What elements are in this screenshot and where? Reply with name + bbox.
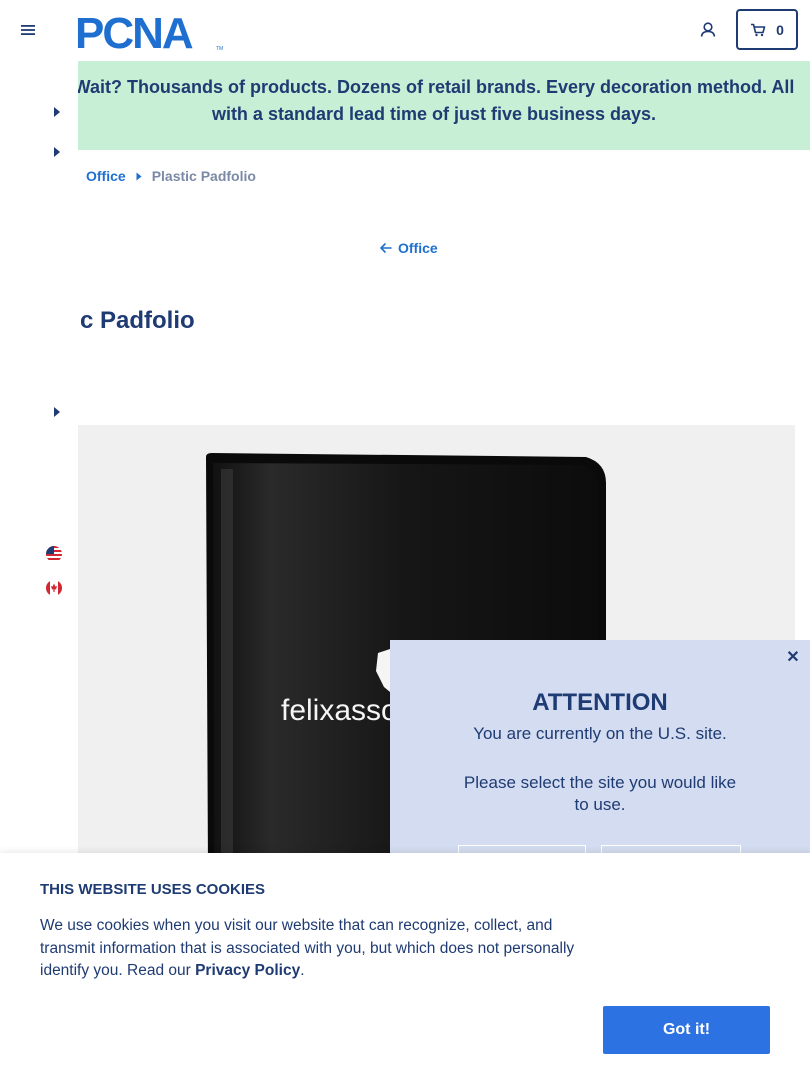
site-selector-modal: ATTENTION You are currently on the U.S. …	[390, 640, 810, 885]
caret-right-icon	[136, 172, 142, 180]
caret-right-icon[interactable]	[53, 107, 61, 117]
back-link-label: Office	[398, 240, 438, 256]
hamburger-menu-button[interactable]	[18, 20, 38, 40]
breadcrumb-link-office[interactable]: Office	[86, 168, 126, 184]
modal-current-site-text: You are currently on the U.S. site.	[473, 724, 727, 743]
privacy-policy-link[interactable]: Privacy Policy	[195, 962, 300, 979]
page: PCNA TM 0 Wait? Thousands of products. D…	[0, 0, 810, 1080]
cookie-text-end: .	[300, 962, 305, 979]
logo-trademark: TM	[216, 46, 223, 52]
site-header: PCNA TM 0	[0, 0, 810, 61]
cookie-title: THIS WEBSITE USES COOKIES	[40, 881, 266, 898]
cookie-text: We use cookies when you visit our websit…	[40, 917, 575, 979]
cookie-body: We use cookies when you visit our websit…	[40, 915, 600, 983]
modal-close-icon[interactable]: ✕	[785, 650, 801, 666]
cart-count: 0	[776, 21, 784, 38]
breadcrumb: Office Plastic Padfolio	[86, 168, 256, 184]
us-flag-icon[interactable]	[46, 546, 62, 562]
cookie-accept-button[interactable]: Got it!	[603, 1006, 770, 1054]
back-link[interactable]: Office	[380, 240, 438, 256]
product-title: c Padfolio	[80, 307, 195, 334]
product-image-brand-text: felixasso	[281, 694, 398, 727]
hamburger-icon	[21, 25, 35, 35]
cookie-banner: THIS WEBSITE USES COOKIES We use cookies…	[0, 853, 810, 1080]
user-icon	[700, 22, 716, 37]
modal-title: ATTENTION	[532, 689, 668, 716]
modal-select-prompt: Please select the site you would like to…	[463, 773, 737, 814]
promo-banner-text: Wait? Thousands of products. Dozens of r…	[78, 77, 795, 124]
promo-banner: Wait? Thousands of products. Dozens of r…	[78, 61, 810, 150]
cart-button[interactable]: 0	[736, 9, 798, 50]
breadcrumb-current: Plastic Padfolio	[151, 168, 256, 184]
caret-right-icon[interactable]	[53, 407, 61, 417]
cart-icon	[751, 23, 766, 36]
caret-right-icon[interactable]	[53, 147, 61, 157]
ca-flag-icon[interactable]	[46, 580, 62, 596]
account-button[interactable]	[698, 20, 718, 40]
logo-text: PCNA	[75, 10, 193, 52]
arrow-left-icon	[380, 243, 392, 253]
pcna-logo[interactable]: PCNA TM	[75, 9, 225, 58]
